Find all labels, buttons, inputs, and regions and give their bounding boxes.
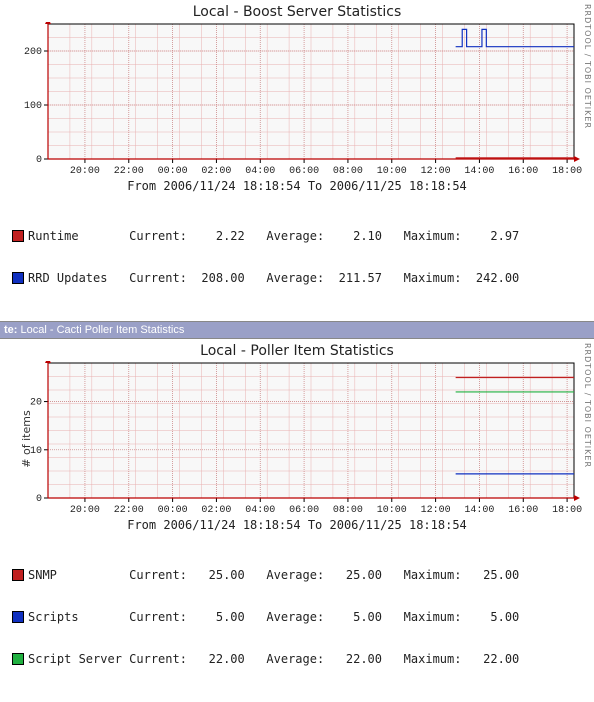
- svg-text:16:00: 16:00: [508, 505, 538, 516]
- svg-text:10: 10: [30, 446, 42, 457]
- svg-text:12:00: 12:00: [421, 505, 451, 516]
- separator-label: te:: [4, 324, 17, 336]
- svg-text:22:00: 22:00: [114, 505, 144, 516]
- svg-text:04:00: 04:00: [245, 166, 275, 177]
- chart2-plot: # of items 20:0022:0000:0002:0004:0006:0…: [0, 361, 594, 516]
- svg-text:0: 0: [36, 155, 42, 166]
- svg-text:06:00: 06:00: [289, 505, 319, 516]
- chart2-timespan: From 2006/11/24 18:18:54 To 2006/11/25 1…: [0, 516, 594, 538]
- svg-text:14:00: 14:00: [464, 505, 494, 516]
- svg-text:08:00: 08:00: [333, 505, 363, 516]
- svg-text:16:00: 16:00: [508, 166, 538, 177]
- swatch-runtime: [12, 230, 24, 242]
- swatch-rrdupdates: [12, 272, 24, 284]
- chart1-title: Local - Boost Server Statistics: [0, 0, 594, 22]
- svg-text:20:00: 20:00: [70, 505, 100, 516]
- separator-bar: te: Local - Cacti Poller Item Statistics: [0, 321, 594, 339]
- svg-text:00:00: 00:00: [158, 505, 188, 516]
- svg-text:18:00: 18:00: [552, 166, 582, 177]
- legend-text-rrdupdates: RRD Updates Current: 208.00 Average: 211…: [28, 271, 519, 285]
- svg-text:0: 0: [36, 494, 42, 505]
- svg-text:00:00: 00:00: [158, 166, 188, 177]
- legend-text-snmp: SNMP Current: 25.00 Average: 25.00 Maxim…: [28, 568, 519, 582]
- svg-text:04:00: 04:00: [245, 505, 275, 516]
- svg-text:14:00: 14:00: [464, 166, 494, 177]
- chart1-plot: 20:00 22:00 00:00 02:00 04:00 06:00 08:00 10:00…: [0, 22, 594, 177]
- chart1-legend: Runtime Current: 2.22 Average: 2.10 Maxi…: [0, 199, 594, 321]
- chart1-timespan: From 2006/11/24 18:18:54 To 2006/11/25 1…: [0, 177, 594, 199]
- svg-text:22:00: 22:00: [114, 166, 144, 177]
- chart1-svg: 20:00 22:00 00:00 02:00 04:00 06:00 08:00 10:00…: [0, 22, 594, 177]
- separator-text: Local - Cacti Poller Item Statistics: [21, 324, 185, 336]
- legend-row-sserver: Script Server Current: 22.00 Average: 22…: [12, 652, 594, 666]
- svg-text:08:00: 08:00: [333, 166, 363, 177]
- legend-row-scripts: Scripts Current: 5.00 Average: 5.00 Maxi…: [12, 610, 594, 624]
- legend-text-runtime: Runtime Current: 2.22 Average: 2.10 Maxi…: [28, 229, 519, 243]
- chart2-legend: SNMP Current: 25.00 Average: 25.00 Maxim…: [0, 538, 594, 702]
- svg-text:10:00: 10:00: [377, 166, 407, 177]
- svg-text:02:00: 02:00: [201, 505, 231, 516]
- poller-item-panel: RRDTOOL / TOBI OETIKER Local - Poller It…: [0, 339, 594, 702]
- legend-text-sserver: Script Server Current: 22.00 Average: 22…: [28, 652, 519, 666]
- svg-text:20: 20: [30, 398, 42, 409]
- swatch-scripts: [12, 611, 24, 623]
- chart2-svg: 20:00 22:00 00:00 02:00 04:00 06:00 08:00 10:00…: [0, 361, 594, 516]
- svg-text:20:00: 20:00: [70, 166, 100, 177]
- svg-text:06:00: 06:00: [289, 166, 319, 177]
- svg-text:02:00: 02:00: [201, 166, 231, 177]
- legend-text-scripts: Scripts Current: 5.00 Average: 5.00 Maxi…: [28, 610, 519, 624]
- chart2-title: Local - Poller Item Statistics: [0, 339, 594, 361]
- svg-text:200: 200: [24, 47, 42, 58]
- legend-row-rrdupdates: RRD Updates Current: 208.00 Average: 211…: [12, 271, 594, 285]
- swatch-snmp: [12, 569, 24, 581]
- svg-text:10:00: 10:00: [377, 505, 407, 516]
- svg-text:100: 100: [24, 101, 42, 112]
- legend-row-runtime: Runtime Current: 2.22 Average: 2.10 Maxi…: [12, 229, 594, 243]
- boost-server-panel: RRDTOOL / TOBI OETIKER Local - Boost Ser…: [0, 0, 594, 321]
- svg-text:18:00: 18:00: [552, 505, 582, 516]
- svg-text:12:00: 12:00: [421, 166, 451, 177]
- legend-row-snmp: SNMP Current: 25.00 Average: 25.00 Maxim…: [12, 568, 594, 582]
- swatch-script-server: [12, 653, 24, 665]
